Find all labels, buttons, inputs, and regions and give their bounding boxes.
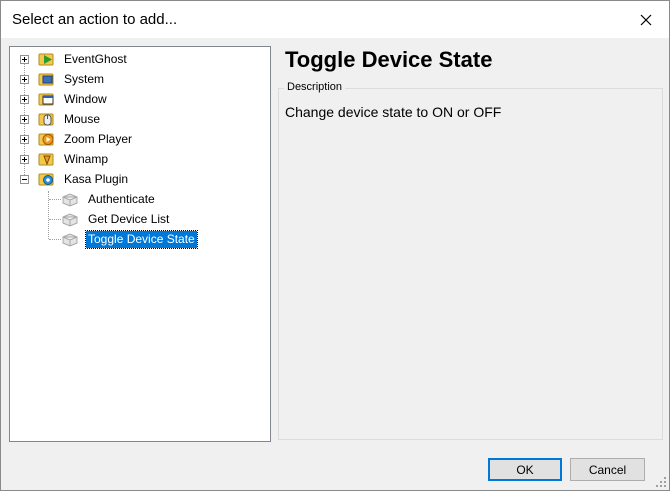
tree-item-label: Window <box>64 92 107 106</box>
zoomplayer-icon <box>38 133 54 146</box>
action-icon <box>62 233 78 247</box>
ok-button[interactable]: OK <box>488 458 562 481</box>
title-bar: Select an action to add... <box>1 1 669 38</box>
tree-item-label: Get Device List <box>88 212 170 226</box>
tree-item-label: EventGhost <box>64 52 127 66</box>
tree-item-label: System <box>64 72 105 86</box>
action-icon <box>62 193 78 207</box>
tree-item-label-selected: Toggle Device State <box>85 230 198 249</box>
expand-icon[interactable] <box>20 95 29 104</box>
kasa-plugin-icon <box>38 173 54 186</box>
expand-icon[interactable] <box>20 115 29 124</box>
cancel-button[interactable]: Cancel <box>570 458 645 481</box>
system-icon <box>38 73 54 86</box>
expand-icon[interactable] <box>20 55 29 64</box>
resize-grip-icon[interactable] <box>655 476 667 488</box>
mouse-icon <box>38 113 54 126</box>
action-icon <box>62 213 78 227</box>
description-label: Description <box>284 81 346 93</box>
description-groupbox <box>278 88 663 440</box>
tree-item-label: Kasa Plugin <box>64 172 129 186</box>
tree-item-label: Mouse <box>64 112 101 126</box>
close-icon <box>640 14 652 25</box>
collapse-icon[interactable] <box>20 175 29 184</box>
action-tree[interactable]: EventGhost System Window Mouse Zoom Play… <box>9 46 271 442</box>
action-title: Toggle Device State <box>285 47 493 72</box>
window-icon <box>38 93 54 106</box>
winamp-icon <box>38 153 54 166</box>
expand-icon[interactable] <box>20 155 29 164</box>
description-text: Change device state to ON or OFF <box>285 104 502 120</box>
dialog-window: Select an action to add... EventGhost Sy… <box>0 0 670 491</box>
eventghost-icon <box>38 53 54 66</box>
tree-item-label: Winamp <box>64 152 109 166</box>
window-title: Select an action to add... <box>12 11 178 28</box>
expand-icon[interactable] <box>20 135 29 144</box>
tree-item-label: Authenticate <box>88 192 155 206</box>
tree-item-label: Zoom Player <box>64 132 133 146</box>
expand-icon[interactable] <box>20 75 29 84</box>
close-button[interactable] <box>623 1 669 38</box>
